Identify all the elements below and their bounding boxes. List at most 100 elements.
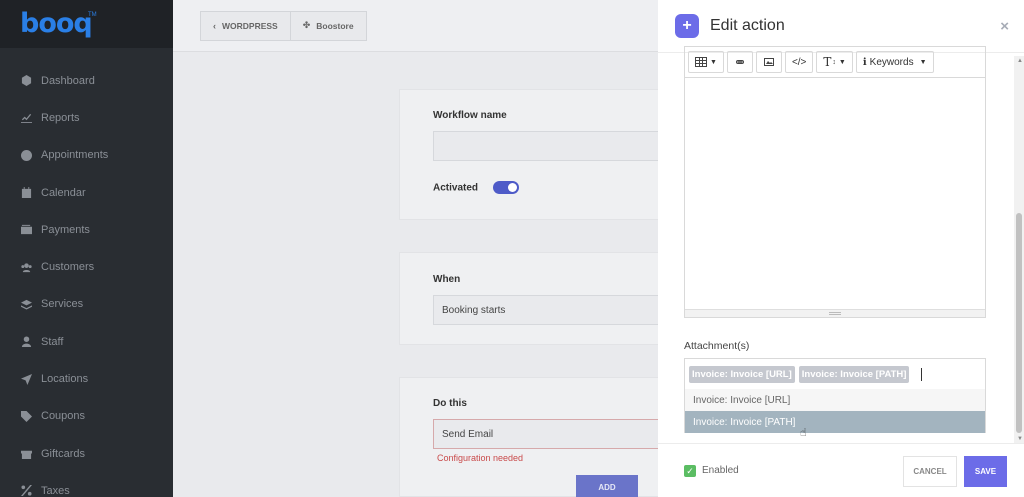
top-bar: ‹ WORDPRESS ✤ Boostore <box>173 0 658 52</box>
sidebar-item-appointments[interactable]: Appointments <box>0 137 173 174</box>
enabled-label: Enabled <box>702 465 739 476</box>
panel-title: Edit action <box>710 17 785 34</box>
cube-icon <box>20 75 32 87</box>
sidebar-nav: Dashboard Reports Appointments Calendar … <box>0 48 173 497</box>
when-label: When <box>433 274 461 285</box>
sidebar-item-customers[interactable]: Customers <box>0 248 173 285</box>
code-button[interactable]: </> <box>784 51 814 73</box>
breadcrumb-current-label: Boostore <box>316 20 354 31</box>
enabled-checkbox[interactable]: ✓ <box>684 465 696 477</box>
sidebar-item-label: Customers <box>41 261 95 274</box>
workflow-name-card: Workflow name Activated <box>399 89 659 220</box>
sort-icon: ↕ <box>832 58 836 66</box>
sidebar-item-locations[interactable]: Locations <box>0 360 173 397</box>
sidebar-item-reports[interactable]: Reports <box>0 99 173 136</box>
image-button[interactable] <box>755 51 782 73</box>
editor-toolbar: ▼ </> T ↕ ▼ ℹ Keywords ▼ <box>685 47 985 78</box>
configuration-error: Configuration needed <box>437 453 524 463</box>
logo-area[interactable]: booq TM <box>0 0 173 48</box>
scroll-down-icon[interactable]: ▼ <box>1017 436 1023 442</box>
panel-footer: ✓ Enabled CANCEL SAVE <box>658 443 1024 497</box>
do-this-action[interactable]: Send Email <box>433 419 659 449</box>
text-cursor <box>921 367 923 381</box>
activated-toggle[interactable] <box>493 181 520 194</box>
sidebar-item-staff[interactable]: Staff <box>0 323 173 360</box>
workflow-name-input[interactable] <box>433 131 659 161</box>
sidebar-item-dashboard[interactable]: Dashboard <box>0 62 173 99</box>
panel-scrollbar[interactable]: ▲ ▼ <box>1014 56 1024 444</box>
sidebar-item-label: Coupons <box>41 410 86 423</box>
puzzle-icon: ✤ <box>302 20 311 30</box>
table-icon <box>695 57 707 67</box>
sidebar-item-label: Calendar <box>41 186 86 199</box>
keywords-label: Keywords <box>869 56 914 68</box>
attachment-option[interactable]: Invoice: Invoice [PATH] <box>685 411 985 433</box>
sidebar-item-giftcards[interactable]: Giftcards <box>0 435 173 472</box>
logo-trademark: TM <box>88 12 97 18</box>
when-card: When Booking starts <box>399 252 659 345</box>
sidebar-item-label: Locations <box>41 373 89 386</box>
sidebar-item-taxes[interactable]: Taxes <box>0 472 173 497</box>
gift-icon <box>20 448 32 460</box>
sidebar-item-label: Reports <box>41 111 80 124</box>
sidebar-item-label: Appointments <box>41 149 109 162</box>
logo[interactable]: booq <box>20 8 93 39</box>
edit-action-panel: + Edit action × ▼ </> T ↕ ▼ ℹ Keywords ▼… <box>658 0 1024 497</box>
save-button[interactable]: SAVE <box>964 456 1007 487</box>
email-body-editor[interactable]: ▼ </> T ↕ ▼ ℹ Keywords ▼ <box>684 46 986 318</box>
text-size-button[interactable]: T ↕ ▼ <box>816 51 853 73</box>
close-icon[interactable]: × <box>1000 18 1009 35</box>
scrollbar-thumb[interactable] <box>1016 213 1022 433</box>
attachment-option[interactable]: Invoice: Invoice [URL] <box>685 389 985 411</box>
chart-icon <box>20 112 32 124</box>
plus-icon: + <box>675 14 699 38</box>
sidebar-item-coupons[interactable]: Coupons <box>0 398 173 435</box>
sidebar-item-calendar[interactable]: Calendar <box>0 174 173 211</box>
percent-icon <box>20 485 32 497</box>
activated-label: Activated <box>433 182 479 194</box>
sidebar-item-label: Services <box>41 298 84 311</box>
chevron-left-icon: ‹ <box>213 20 216 31</box>
users-icon <box>20 261 32 273</box>
sidebar: booq TM Dashboard Reports Appointments C… <box>0 0 173 497</box>
table-button[interactable]: ▼ <box>688 51 724 73</box>
when-select[interactable]: Booking starts <box>433 295 659 325</box>
attachment-tag[interactable]: Invoice: Invoice [URL] <box>689 365 795 383</box>
user-icon <box>20 336 32 348</box>
caret-down-icon: ▼ <box>838 58 846 66</box>
sidebar-item-payments[interactable]: Payments <box>0 211 173 248</box>
breadcrumb-back-label: WORDPRESS <box>222 20 278 31</box>
link-button[interactable] <box>726 51 753 73</box>
tag-icon <box>20 410 32 422</box>
attachment-tags: Invoice: Invoice [URL] Invoice: Invoice … <box>685 359 985 389</box>
breadcrumb-back[interactable]: ‹ WORDPRESS <box>200 10 291 41</box>
editor-resize-handle[interactable] <box>685 309 985 317</box>
sidebar-item-label: Dashboard <box>41 74 95 87</box>
link-icon <box>735 60 744 64</box>
caret-down-icon: ▼ <box>919 58 927 66</box>
sidebar-item-services[interactable]: Services <box>0 286 173 323</box>
sidebar-item-label: Staff <box>41 335 64 348</box>
layers-icon <box>20 298 32 310</box>
workflow-name-label: Workflow name <box>433 110 507 121</box>
caret-down-icon: ▼ <box>710 58 717 66</box>
sidebar-item-label: Payments <box>41 223 90 236</box>
scroll-up-icon[interactable]: ▲ <box>1017 58 1023 64</box>
breadcrumb-current[interactable]: ✤ Boostore <box>290 10 367 41</box>
calendar-icon <box>20 187 32 199</box>
location-arrow-icon <box>20 373 32 385</box>
text-size-icon: T <box>823 55 832 69</box>
sidebar-item-label: Taxes <box>41 484 70 497</box>
wallet-icon <box>20 224 32 236</box>
image-icon <box>763 58 774 66</box>
keywords-button[interactable]: ℹ Keywords ▼ <box>855 51 934 73</box>
activated-row: Activated <box>433 181 659 194</box>
add-action-button[interactable]: ADD <box>576 475 638 497</box>
cancel-button[interactable]: CANCEL <box>903 456 957 487</box>
do-this-label: Do this <box>433 398 467 409</box>
hand-pointer-icon: ☝ <box>800 427 807 439</box>
attachments-select[interactable]: Invoice: Invoice [URL] Invoice: Invoice … <box>684 358 986 433</box>
attachment-tag[interactable]: Invoice: Invoice [PATH] <box>798 365 910 383</box>
sidebar-item-label: Giftcards <box>41 447 86 460</box>
attachments-label: Attachment(s) <box>684 340 750 352</box>
